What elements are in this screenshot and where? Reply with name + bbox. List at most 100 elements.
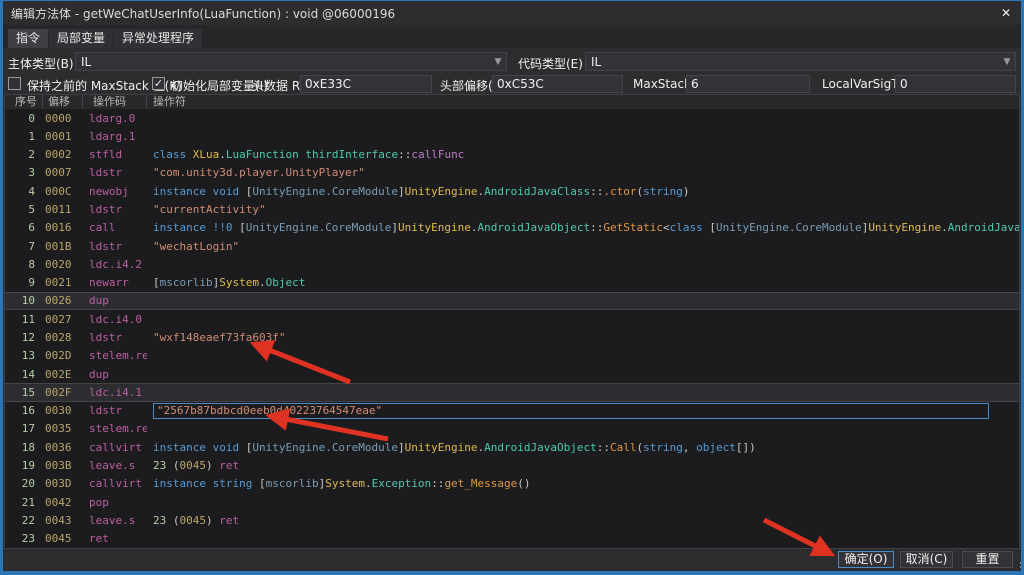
tab-局部变量[interactable]: 局部变量 — [49, 29, 113, 48]
row-operand: class XLua.LuaFunction thirdInterface::c… — [147, 148, 1019, 161]
operand-token: [ — [709, 221, 716, 234]
code-type-label: 代码类型(E) — [518, 55, 583, 72]
row-opcode: ldstr — [83, 240, 147, 253]
operand-token: [ — [153, 276, 160, 289]
tab-bar: 指令局部变量异常处理程序 — [3, 25, 1021, 48]
table-row[interactable]: 220043leave.s23 (0045) ret — [5, 511, 1019, 529]
chevron-down-icon: ▼ — [999, 57, 1015, 67]
tab-指令[interactable]: 指令 — [8, 29, 48, 48]
operand-token: [ — [259, 477, 266, 490]
operand-token: object — [696, 441, 736, 454]
row-index: 19 — [5, 459, 43, 472]
row-index: 20 — [5, 477, 43, 490]
column-header[interactable]: 操作符 — [147, 95, 1019, 109]
table-row[interactable]: 100026dup — [5, 292, 1019, 310]
operand-token: instance !!0 — [153, 221, 239, 234]
cancel-button[interactable]: 取消(C) — [900, 551, 953, 568]
table-row[interactable]: 30007ldstr"com.unity3d.player.UnityPlaye… — [5, 164, 1019, 182]
table-row[interactable]: 230045ret — [5, 529, 1019, 547]
operand-token: string — [643, 185, 683, 198]
table-header: 序号偏移操作码操作符 — [5, 95, 1019, 109]
operand-token: 0045 — [180, 459, 207, 472]
table-row[interactable]: 170035stelem.ref — [5, 420, 1019, 438]
table-row[interactable]: 50011ldstr"currentActivity" — [5, 200, 1019, 218]
table-row[interactable]: 14002Edup — [5, 365, 1019, 383]
operand-token: instance void — [153, 441, 246, 454]
maxstack-input[interactable] — [686, 75, 810, 93]
table-row[interactable]: 60016callinstance !!0 [UnityEngine.CoreM… — [5, 219, 1019, 237]
table-row[interactable]: 120028ldstr"wxf148eaef73fa603f" — [5, 328, 1019, 346]
table-row[interactable]: 90021newarr[mscorlib]System.Object — [5, 274, 1019, 292]
operand-token: :: — [398, 148, 411, 161]
row-index: 3 — [5, 166, 43, 179]
row-operand: "wxf148eaef73fa603f" — [147, 331, 1019, 344]
row-index: 10 — [5, 294, 43, 307]
row-index: 21 — [5, 496, 43, 509]
row-index: 7 — [5, 240, 43, 253]
table-row[interactable]: 20002stfldclass XLua.LuaFunction thirdIn… — [5, 146, 1019, 164]
table-row[interactable]: 180036callvirtinstance void [UnityEngine… — [5, 438, 1019, 456]
row-operand: instance void [UnityEngine.CoreModule]Un… — [147, 185, 1019, 198]
row-index: 13 — [5, 349, 43, 362]
operand-token: 0045 — [180, 514, 207, 527]
table-row[interactable]: 7001Bldstr"wechatLogin" — [5, 237, 1019, 255]
table-row[interactable]: 13002Dstelem.ref — [5, 347, 1019, 365]
close-icon[interactable]: ✕ — [995, 4, 1017, 22]
table-row[interactable]: 19003Bleave.s23 (0045) ret — [5, 456, 1019, 474]
row-index: 18 — [5, 441, 43, 454]
table-row[interactable]: 210042pop — [5, 493, 1019, 511]
row-index: 11 — [5, 313, 43, 326]
column-header[interactable]: 偏移 — [43, 95, 83, 109]
operand-token: thirdInterface — [305, 148, 398, 161]
table-row[interactable]: 80020ldc.i4.2 — [5, 255, 1019, 273]
row-opcode: stelem.ref — [83, 349, 147, 362]
operand-token: mscorlib — [266, 477, 319, 490]
table-row[interactable]: 110027ldc.i4.0 — [5, 310, 1019, 328]
row-offset: 0042 — [43, 496, 83, 509]
column-header[interactable]: 序号 — [5, 95, 43, 109]
table-row[interactable]: 00000ldarg.0 — [5, 109, 1019, 127]
table-row[interactable]: 15002Fldc.i4.1 — [5, 383, 1019, 401]
operand-token: UnityEngine.CoreModule — [716, 221, 862, 234]
window-border-bottom — [0, 571, 1024, 575]
row-offset: 0036 — [43, 441, 83, 454]
maxstack-label: MaxStack — [633, 77, 691, 91]
row-opcode: ldstr — [83, 331, 147, 344]
table-row[interactable]: 10001ldarg.1 — [5, 127, 1019, 145]
operand-token: :: — [590, 185, 603, 198]
table-row[interactable]: 4000Cnewobjinstance void [UnityEngine.Co… — [5, 182, 1019, 200]
row-index: 15 — [5, 386, 43, 399]
row-opcode: dup — [83, 294, 147, 307]
init-locals-checkbox[interactable]: ✓ — [152, 77, 165, 90]
ok-button[interactable]: 确定(O) — [838, 551, 894, 568]
row-operand: "2567b87bdbcd0eeb0d40223764547eae" — [147, 403, 1019, 419]
operand-token: Call — [610, 441, 637, 454]
row-index: 0 — [5, 112, 43, 125]
table-row[interactable]: 160030ldstr"2567b87bdbcd0eeb0d4022376454… — [5, 402, 1019, 420]
row-operand: "currentActivity" — [147, 203, 1019, 216]
row-opcode: callvirt — [83, 477, 147, 490]
operand-token: AndroidJavaObject — [478, 221, 591, 234]
body-type-combobox[interactable]: IL ▼ — [75, 52, 507, 71]
resize-grip[interactable] — [1016, 566, 1018, 568]
operand-editor[interactable]: "2567b87bdbcd0eeb0d40223764547eae" — [153, 403, 989, 419]
keep-maxstack-checkbox[interactable] — [8, 77, 21, 90]
tab-异常处理程序[interactable]: 异常处理程序 — [114, 29, 202, 48]
column-header[interactable]: 操作码 — [83, 95, 147, 109]
row-opcode: newobj — [83, 185, 147, 198]
localvarsigtok-input[interactable] — [895, 75, 1016, 93]
row-offset: 0043 — [43, 514, 83, 527]
operand-token: UnityEngine — [405, 441, 478, 454]
row-offset: 002F — [43, 386, 83, 399]
table-row[interactable]: 20003Dcallvirtinstance string [mscorlib]… — [5, 475, 1019, 493]
header-offset-input[interactable] — [492, 75, 623, 93]
operand-token: . — [471, 221, 478, 234]
body-type-value: IL — [76, 55, 490, 69]
code-type-combobox[interactable]: IL ▼ — [585, 52, 1016, 71]
reset-button[interactable]: 重置 — [962, 551, 1013, 568]
operand-token: :: — [431, 477, 444, 490]
header-rva-input[interactable] — [300, 75, 432, 93]
operand-token: () — [517, 477, 530, 490]
row-opcode: leave.s — [83, 514, 147, 527]
window-border-left — [0, 0, 3, 575]
